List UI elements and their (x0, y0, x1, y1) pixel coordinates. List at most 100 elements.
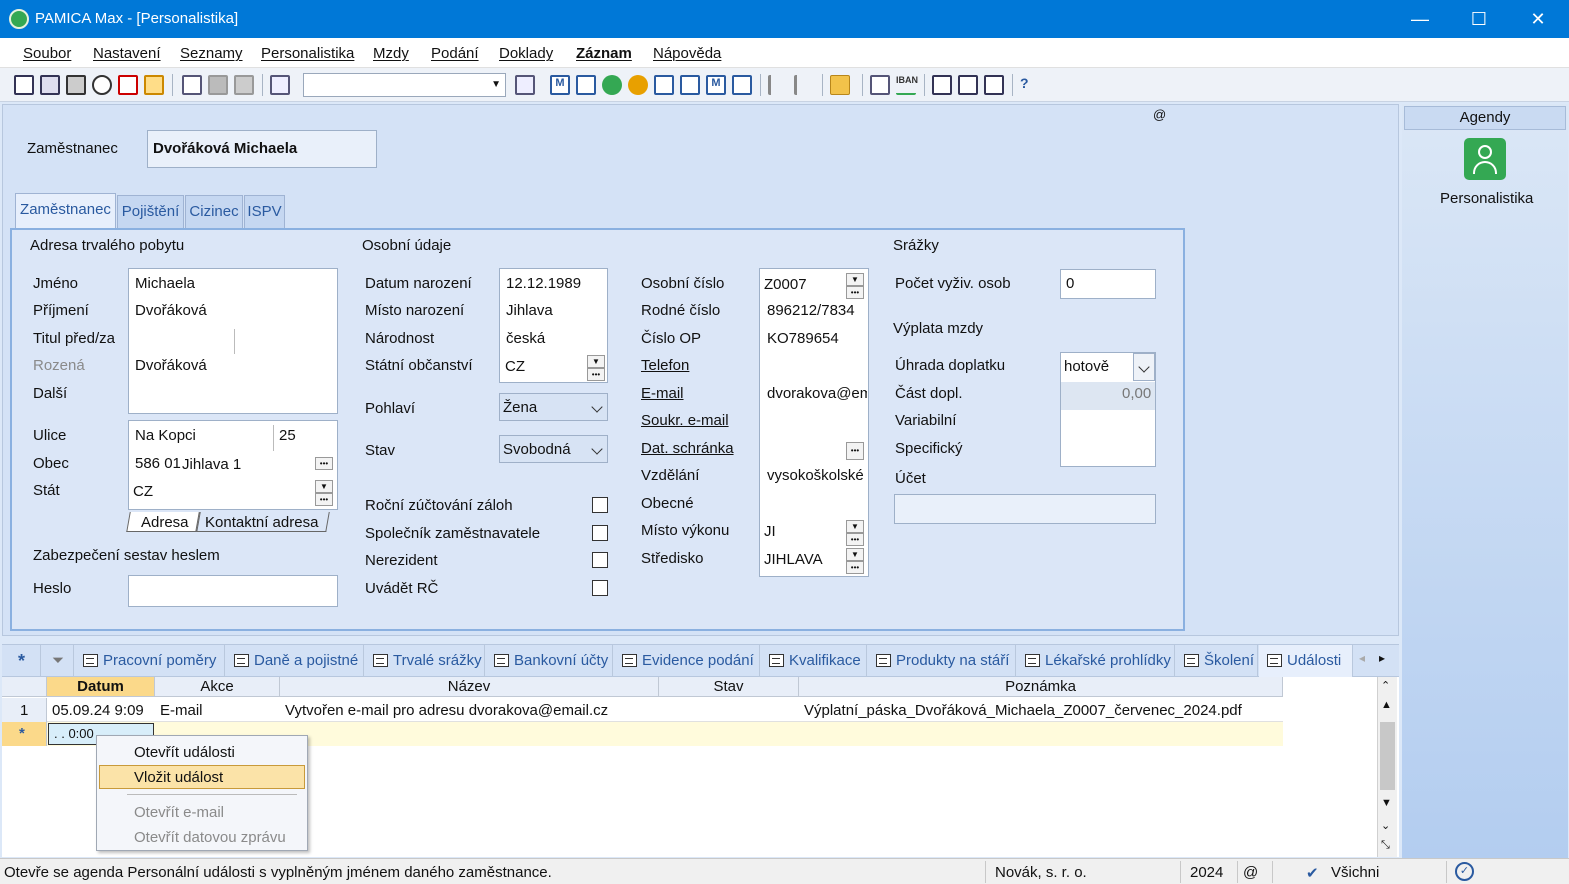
tab-cizinec[interactable]: Cizinec (185, 195, 243, 228)
filter-tab-icon[interactable]: ⏷ (42, 645, 74, 677)
country-dropdown-button[interactable]: ▼ (315, 480, 333, 493)
personal-no-lookup-button[interactable]: ••• (846, 286, 864, 299)
calc-icon[interactable] (576, 75, 596, 95)
ctx-open-events[interactable]: Otevřít události (134, 744, 235, 761)
m2-icon[interactable]: M (706, 75, 726, 95)
new-row-date[interactable]: . . 0:00 (54, 726, 94, 741)
ctx-insert-event[interactable]: Vložit událost (134, 769, 223, 786)
folder-icon[interactable] (830, 75, 850, 95)
check-rocni-zuctovani[interactable] (592, 497, 608, 513)
calculator-icon[interactable] (870, 75, 890, 95)
person-icon[interactable] (1464, 138, 1506, 180)
tabs-scroll-right-icon[interactable]: ▸ (1379, 651, 1385, 665)
citizenship-dropdown-button[interactable]: ▼ (587, 355, 605, 368)
status-ok-icon[interactable]: ✓ (1455, 862, 1474, 881)
filter-combo[interactable]: ▼ (303, 73, 506, 97)
filter-icon[interactable] (515, 75, 535, 95)
delete-icon[interactable] (234, 75, 254, 95)
window2-icon[interactable] (958, 75, 978, 95)
workplace-dropdown-button[interactable]: ▼ (846, 520, 864, 533)
email-link[interactable]: E-mail (641, 385, 684, 402)
personal-no-dropdown-button[interactable]: ▼ (846, 273, 864, 286)
flag-icon[interactable] (768, 75, 788, 95)
payment-dropdown-button[interactable] (1133, 353, 1155, 381)
menu-zaznam[interactable]: Záznam (576, 45, 632, 62)
window3-icon[interactable] (984, 75, 1004, 95)
menu-seznamy[interactable]: Seznamy (180, 45, 243, 62)
menu-personalistika[interactable]: Personalistika (261, 45, 354, 62)
minimize-button[interactable]: — (1391, 0, 1449, 38)
help-icon[interactable]: ? (1020, 75, 1040, 95)
mail-icon[interactable] (144, 75, 164, 95)
flag2-icon[interactable] (794, 75, 814, 95)
clock-m-icon[interactable] (654, 75, 674, 95)
menu-soubor[interactable]: Soubor (23, 45, 71, 62)
tab-trvale-srazky[interactable]: Trvalé srážky (365, 645, 485, 677)
center-dropdown-button[interactable]: ▼ (846, 548, 864, 561)
col-stav[interactable]: Stav (659, 677, 799, 697)
email-field[interactable]: dvorakova@em (763, 382, 867, 406)
tab-lekarske-prohlidky[interactable]: Lékařské prohlídky (1017, 645, 1175, 677)
center-lookup-button[interactable]: ••• (846, 561, 864, 574)
preview-icon[interactable] (92, 75, 112, 95)
tab-dane-a-pojistne[interactable]: Daně a pojistné (226, 645, 364, 677)
databox-lookup-button[interactable]: ••• (846, 442, 864, 460)
menu-nastaveni[interactable]: Nastavení (93, 45, 161, 62)
country-lookup-button[interactable]: ••• (315, 493, 333, 506)
citizenship-lookup-button[interactable]: ••• (587, 368, 605, 381)
scroll-down-icon[interactable]: ▼ (1381, 797, 1392, 809)
check-spolecnik[interactable] (592, 525, 608, 541)
grid-scrollbar[interactable]: ⌃ ▲ ▼ ⌄ ⤡ (1377, 677, 1397, 857)
save-icon[interactable] (208, 75, 228, 95)
menu-mzdy[interactable]: Mzdy (373, 45, 409, 62)
tab-evidence-podani[interactable]: Evidence podání (614, 645, 760, 677)
menu-napoveda[interactable]: Nápověda (653, 45, 721, 62)
col-akce[interactable]: Akce (155, 677, 280, 697)
tab-bankovni-ucty[interactable]: Bankovní účty (486, 645, 613, 677)
tab-produkty-na-stari[interactable]: Produkty na stáří (868, 645, 1016, 677)
scroll-thumb[interactable] (1380, 722, 1395, 790)
tabs-scroll-left-icon[interactable]: ◂ (1359, 651, 1365, 665)
window-icon[interactable] (932, 75, 952, 95)
expand-icon[interactable]: ⤡ (1381, 839, 1390, 852)
pdf-icon[interactable] (118, 75, 138, 95)
check-nerezident[interactable] (592, 552, 608, 568)
table-row[interactable]: 1 05.09.24 9:09 E-mail Vytvořen e-mail p… (2, 698, 1283, 722)
account-input[interactable] (894, 494, 1156, 524)
add-m-icon[interactable] (732, 75, 752, 95)
scroll-bottom-icon[interactable]: ⌄ (1381, 819, 1390, 832)
menu-doklady[interactable]: Doklady (499, 45, 553, 62)
new-row-button[interactable]: * (6, 645, 41, 677)
password-input[interactable] (128, 575, 338, 607)
tab-pojisteni[interactable]: Pojištění (117, 195, 184, 228)
tab-ispv[interactable]: ISPV (244, 195, 285, 228)
col-nazev[interactable]: Název (280, 677, 659, 697)
scroll-top-icon[interactable]: ⌃ (1381, 679, 1390, 692)
subtab-kontaktni-adresa[interactable]: Kontaktní adresa (205, 514, 318, 531)
tab-zamestnanec[interactable]: Zaměstnanec (15, 193, 116, 229)
person-orange-icon[interactable] (628, 75, 648, 95)
print-icon[interactable] (66, 75, 86, 95)
check-uvadet-rc[interactable] (592, 580, 608, 596)
duplicate-icon[interactable] (270, 75, 290, 95)
workplace-lookup-button[interactable]: ••• (846, 533, 864, 546)
agendy-personalistika[interactable]: Personalistika (1440, 190, 1533, 207)
subtab-adresa[interactable]: Adresa (141, 514, 189, 531)
maximize-button[interactable]: ☐ (1450, 0, 1508, 38)
menu-podani[interactable]: Podání (431, 45, 479, 62)
databox-link[interactable]: Dat. schránka (641, 440, 734, 457)
close-button[interactable]: ✕ (1509, 0, 1567, 38)
tab-udalosti[interactable]: Události (1259, 645, 1353, 677)
copy-icon[interactable] (40, 75, 60, 95)
col-poznamka[interactable]: Poznámka (799, 677, 1283, 697)
tab-kvalifikace[interactable]: Kvalifikace (761, 645, 867, 677)
private-email-link[interactable]: Soukr. e-mail (641, 412, 729, 429)
new-record-icon[interactable] (182, 75, 202, 95)
scroll-up-icon[interactable]: ▲ (1381, 699, 1392, 711)
iban-icon[interactable]: IBAN (896, 75, 918, 95)
col-datum[interactable]: Datum (47, 677, 155, 697)
open-icon[interactable] (14, 75, 34, 95)
tab-pracovni-pomery[interactable]: Pracovní poměry (75, 645, 225, 677)
person-green-icon[interactable] (602, 75, 622, 95)
employee-field[interactable]: Dvořáková Michaela (147, 130, 377, 168)
